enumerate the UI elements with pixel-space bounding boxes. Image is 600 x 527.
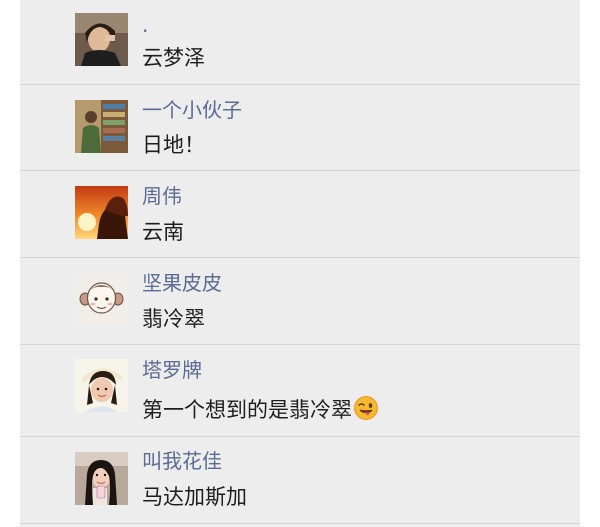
avatar[interactable] [75,186,128,239]
avatar[interactable] [75,452,128,505]
commenter-name[interactable]: 叫我花佳 [142,448,222,474]
commenter-name[interactable]: . [142,12,148,38]
winking-tongue-emoji [354,396,378,420]
divider [20,523,580,524]
avatar[interactable] [75,359,128,412]
avatar[interactable] [75,273,128,326]
comment-text: 马达加斯加 [142,485,247,509]
comment-text: 日地！ [142,133,205,157]
divider [20,84,580,85]
sunset-silhouette-avatar [75,186,128,239]
commenter-name[interactable]: 周伟 [142,183,182,209]
comment-text-content: 第一个想到的是翡冷翠 [142,398,352,422]
comment-text: 云梦泽 [142,46,205,70]
avatar[interactable] [75,100,128,153]
comment-text: 云南 [142,220,184,244]
avatar[interactable] [75,13,128,66]
divider [20,436,580,437]
girl-with-hat-avatar [75,359,128,412]
divider [20,170,580,171]
cartoon-monkey-sketch-avatar [75,273,128,326]
girl-selfie-avatar [75,452,128,505]
divider [20,344,580,345]
woman-portrait-dark-avatar [75,13,128,66]
commenter-name[interactable]: 坚果皮皮 [142,270,222,296]
comment-text: 翡冷翠 [142,307,205,331]
divider [20,257,580,258]
comment-list: . 云梦泽 一个小伙子 日地！ 周伟 云南 坚果皮皮 翡冷翠 塔罗牌 第一个想到… [20,0,580,527]
commenter-name[interactable]: 一个小伙子 [142,97,242,123]
man-at-bookshelf-avatar [75,100,128,153]
commenter-name[interactable]: 塔罗牌 [142,357,202,383]
comment-text: 第一个想到的是翡冷翠 [142,396,378,424]
